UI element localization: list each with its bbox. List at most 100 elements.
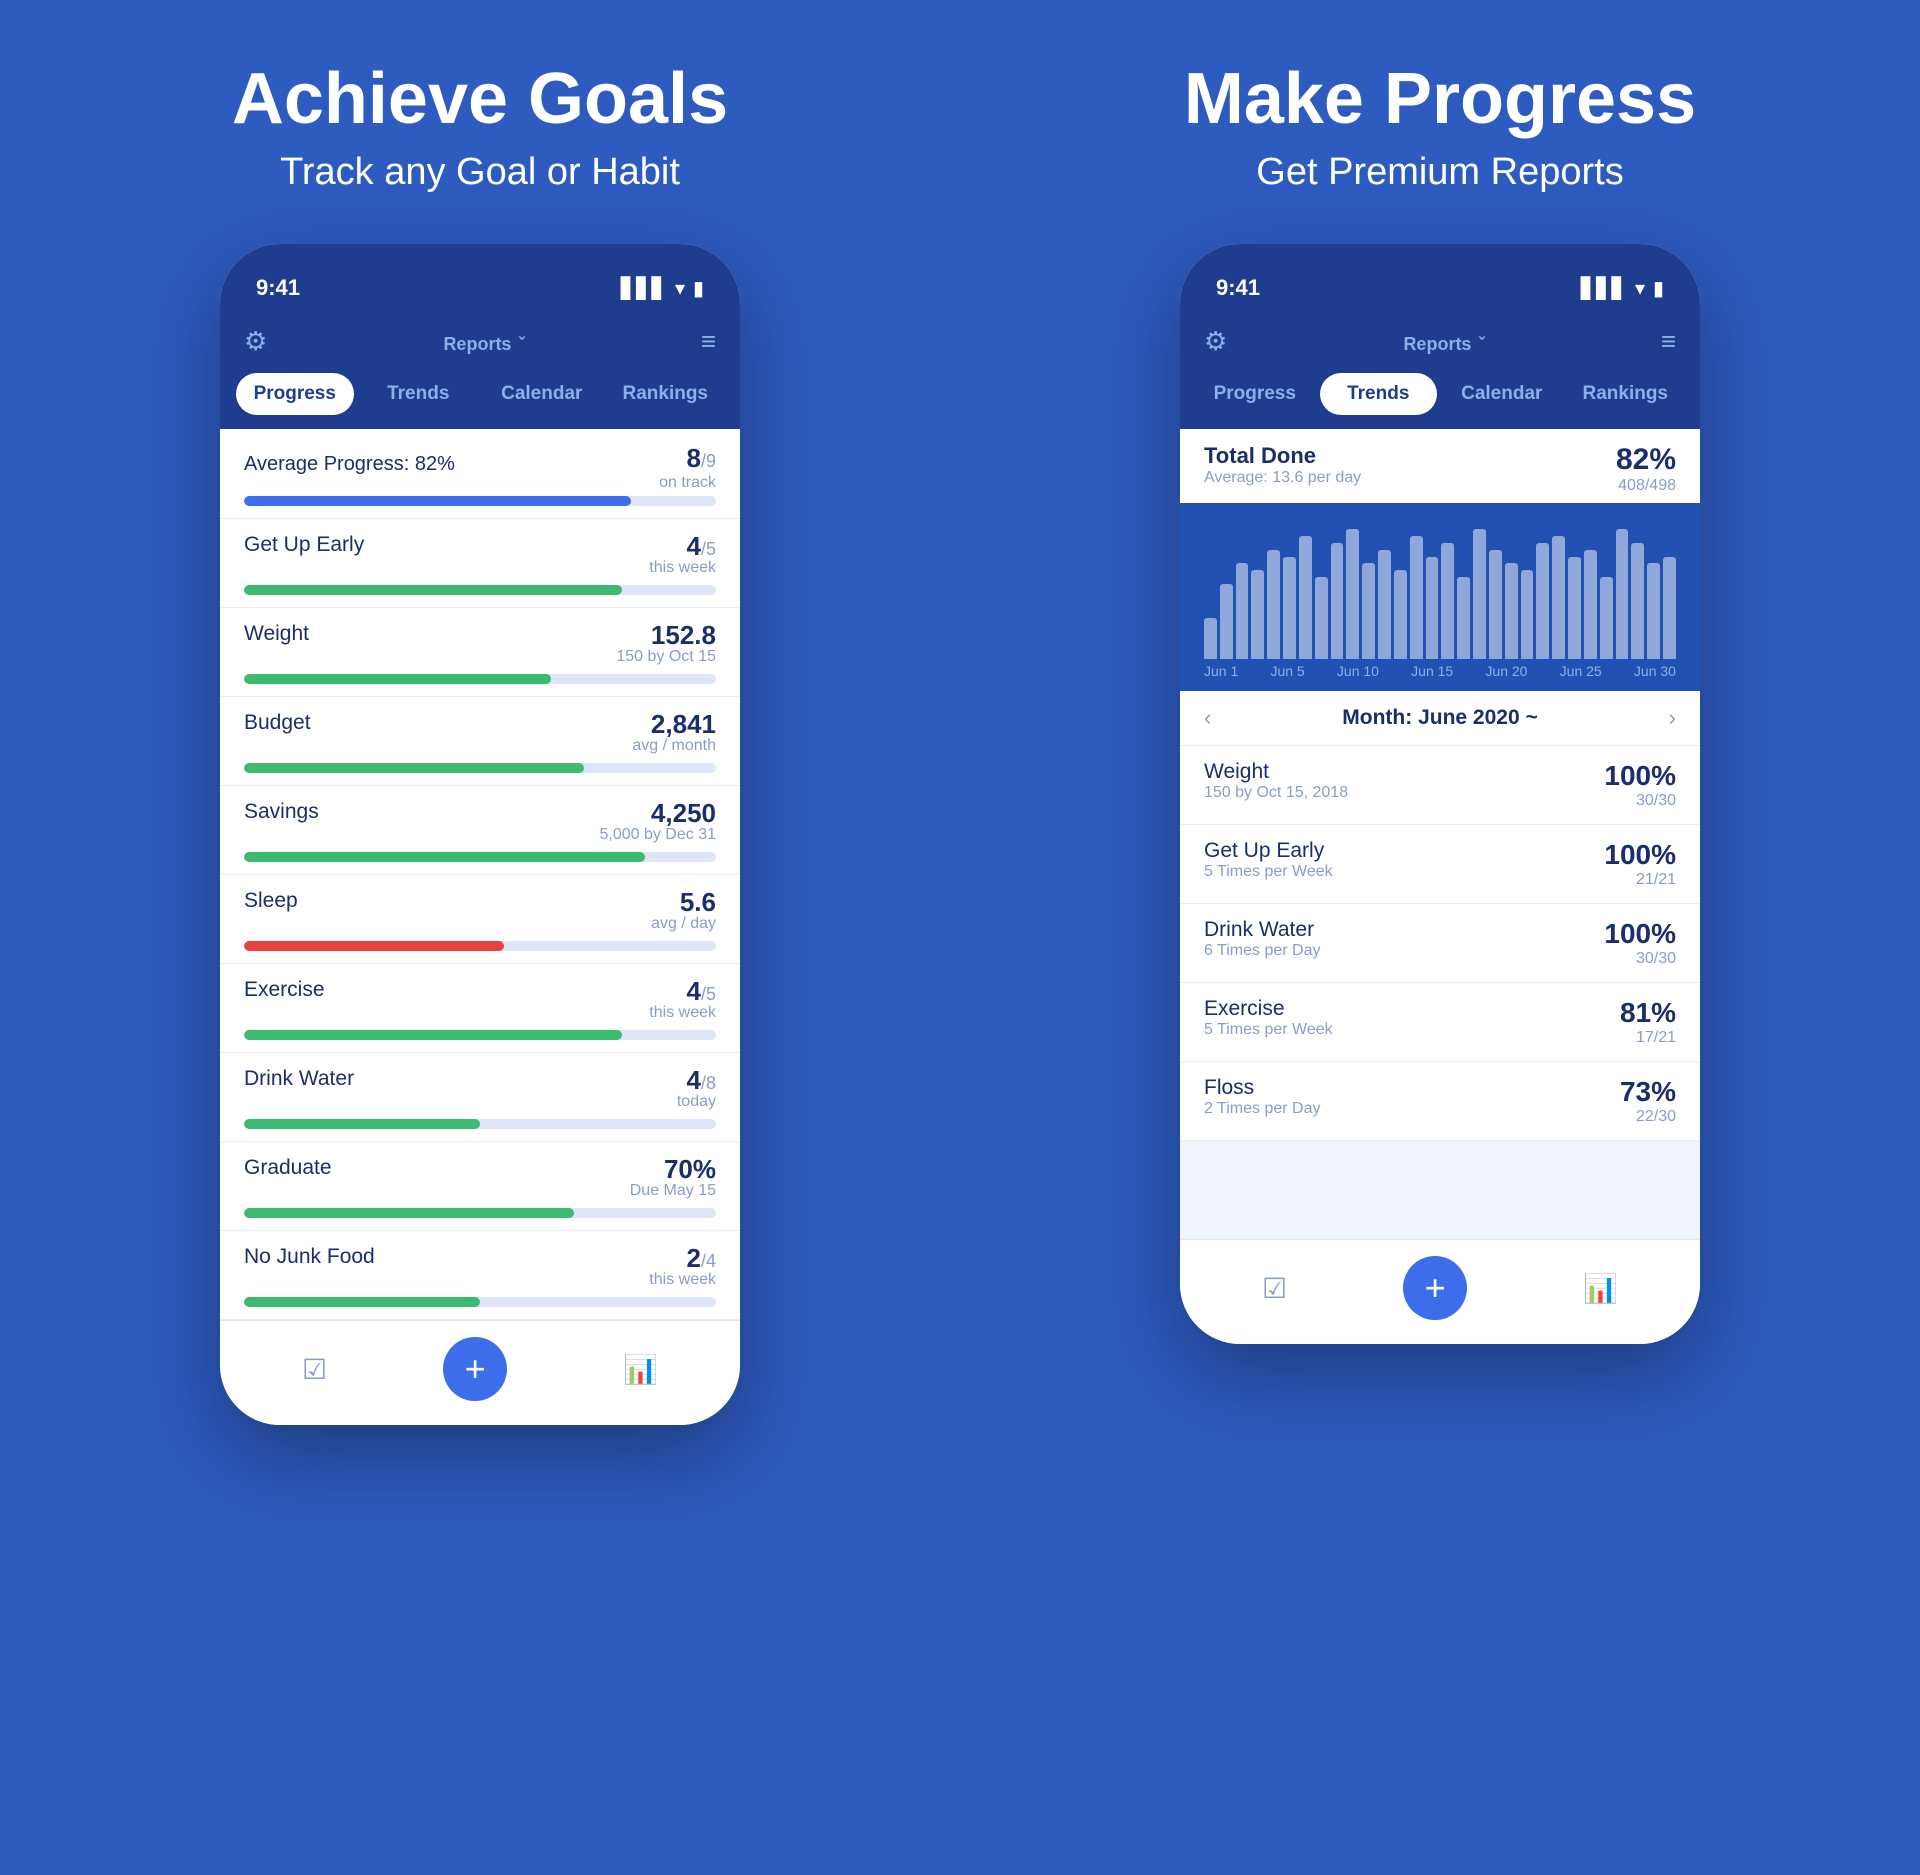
left-panel: Achieve Goals Track any Goal or Habit 9:… — [0, 0, 960, 1875]
chart-bar — [1426, 557, 1439, 660]
chart-bar — [1346, 529, 1359, 659]
chart-bar — [1631, 543, 1644, 659]
right-tab-bar: Progress Trends Calendar Rankings — [1180, 373, 1700, 429]
goal-progress-fill — [244, 674, 551, 684]
goal-name: Drink Water — [244, 1067, 354, 1091]
trends-item: Floss 2 Times per Day 73% 22/30 — [1180, 1062, 1700, 1141]
goal-item: Get Up Early 4/5 this week — [220, 519, 740, 608]
left-header-title: Reports ˇ — [443, 326, 524, 357]
right-filter-icon[interactable]: ≡ — [1661, 326, 1676, 357]
goal-name: Exercise — [244, 978, 325, 1002]
checklist-nav-icon[interactable]: ☑ — [302, 1353, 327, 1386]
chart-nav-icon[interactable]: 📊 — [623, 1353, 658, 1386]
chart-bar — [1473, 529, 1486, 659]
goal-progress-bg — [244, 674, 716, 684]
filter-icon[interactable]: ≡ — [701, 326, 716, 357]
goal-meta: avg / day — [651, 915, 716, 933]
right-panel-title: Make Progress — [1184, 60, 1696, 139]
avg-progress-bar-fill — [244, 496, 631, 506]
goal-meta: this week — [649, 1271, 716, 1289]
trends-pct: 81% — [1620, 997, 1676, 1029]
trends-sub: 5 Times per Week — [1204, 1021, 1333, 1039]
right-phone-header: ⚙ Reports ˇ ≡ — [1180, 314, 1700, 373]
chart-bar — [1283, 557, 1296, 660]
month-prev-button[interactable]: ‹ — [1204, 705, 1211, 731]
right-add-button[interactable]: + — [1403, 1256, 1467, 1320]
right-bottom-nav: ☑ + 📊 — [1180, 1239, 1700, 1344]
goal-item: Graduate 70% Due May 15 — [220, 1142, 740, 1231]
month-next-button[interactable]: › — [1669, 705, 1676, 731]
goal-progress-bg — [244, 1297, 716, 1307]
goal-value: 5.6 — [651, 889, 716, 915]
goal-progress-fill — [244, 1208, 574, 1218]
settings-icon[interactable]: ⚙ — [244, 326, 267, 357]
right-panel-subtitle: Get Premium Reports — [1256, 151, 1623, 194]
goal-item: Savings 4,250 5,000 by Dec 31 — [220, 786, 740, 875]
right-tab-calendar[interactable]: Calendar — [1443, 373, 1561, 415]
left-tab-bar: Progress Trends Calendar Rankings — [220, 373, 740, 429]
trends-count: 17/21 — [1620, 1029, 1676, 1047]
trends-item: Weight 150 by Oct 15, 2018 100% 30/30 — [1180, 746, 1700, 825]
right-header-title: Reports ˇ — [1403, 326, 1484, 357]
trends-item: Exercise 5 Times per Week 81% 17/21 — [1180, 983, 1700, 1062]
right-trends-list: Weight 150 by Oct 15, 2018 100% 30/30 Ge… — [1180, 746, 1700, 1141]
left-panel-subtitle: Track any Goal or Habit — [280, 151, 680, 194]
add-button[interactable]: + — [443, 1337, 507, 1401]
trends-count: 21/21 — [1604, 871, 1676, 889]
trends-name: Floss — [1204, 1076, 1320, 1100]
goal-progress-fill — [244, 585, 622, 595]
trends-sub: 2 Times per Day — [1204, 1100, 1320, 1118]
trends-sub: 5 Times per Week — [1204, 863, 1333, 881]
total-done-pct: 82% — [1616, 443, 1676, 477]
tab-calendar[interactable]: Calendar — [483, 373, 601, 415]
goal-item: Weight 152.8 150 by Oct 15 — [220, 608, 740, 697]
left-phone-content: Average Progress: 82% 8/9 on track Get U… — [220, 429, 740, 1320]
right-tab-trends[interactable]: Trends — [1320, 373, 1438, 415]
goal-name: Weight — [244, 622, 309, 646]
goal-value: 152.8 — [616, 622, 716, 648]
goal-name: Savings — [244, 800, 319, 824]
goal-value: 70% — [630, 1156, 716, 1182]
avg-meta: on track — [659, 474, 716, 492]
goal-progress-bg — [244, 763, 716, 773]
goal-progress-fill — [244, 1119, 480, 1129]
goal-progress-fill — [244, 852, 645, 862]
chart-bar — [1647, 563, 1660, 659]
right-tab-rankings[interactable]: Rankings — [1567, 373, 1685, 415]
chart-bar — [1457, 577, 1470, 659]
trends-pct: 100% — [1604, 839, 1676, 871]
chart-bar — [1251, 570, 1264, 659]
trends-pct: 73% — [1620, 1076, 1676, 1108]
goal-item: Budget 2,841 avg / month — [220, 697, 740, 786]
chart-bar — [1331, 543, 1344, 659]
tab-progress[interactable]: Progress — [236, 373, 354, 415]
left-status-bar: 9:41 ▋▋▋ ▾ ▮ — [220, 244, 740, 314]
trends-pct: 100% — [1604, 918, 1676, 950]
left-bottom-nav: ☑ + 📊 — [220, 1320, 740, 1425]
left-panel-title: Achieve Goals — [232, 60, 728, 139]
chart-bar — [1299, 536, 1312, 659]
goal-progress-fill — [244, 1030, 622, 1040]
right-status-bar: 9:41 ▋▋▋ ▾ ▮ — [1180, 244, 1700, 314]
goal-name: Graduate — [244, 1156, 332, 1180]
chart-bar — [1236, 563, 1249, 659]
goal-value: 4/8 — [677, 1067, 716, 1093]
left-phone: 9:41 ▋▋▋ ▾ ▮ ⚙ Reports ˇ ≡ Progress Tren… — [220, 244, 740, 1425]
chart-bar — [1536, 543, 1549, 659]
goal-meta: this week — [649, 1004, 716, 1022]
goal-meta: avg / month — [632, 737, 716, 755]
chart-bar — [1362, 563, 1375, 659]
right-tab-progress[interactable]: Progress — [1196, 373, 1314, 415]
right-chart-nav-icon[interactable]: 📊 — [1583, 1272, 1618, 1305]
chart-bar — [1220, 584, 1233, 659]
chart-bar — [1600, 577, 1613, 659]
trends-count: 30/30 — [1604, 950, 1676, 968]
goal-meta: 5,000 by Dec 31 — [599, 826, 716, 844]
tab-rankings[interactable]: Rankings — [607, 373, 725, 415]
chart-bar — [1315, 577, 1328, 659]
trends-item: Get Up Early 5 Times per Week 100% 21/21 — [1180, 825, 1700, 904]
goal-meta: 150 by Oct 15 — [616, 648, 716, 666]
tab-trends[interactable]: Trends — [360, 373, 478, 415]
right-checklist-nav-icon[interactable]: ☑ — [1262, 1272, 1287, 1305]
right-settings-icon[interactable]: ⚙ — [1204, 326, 1227, 357]
